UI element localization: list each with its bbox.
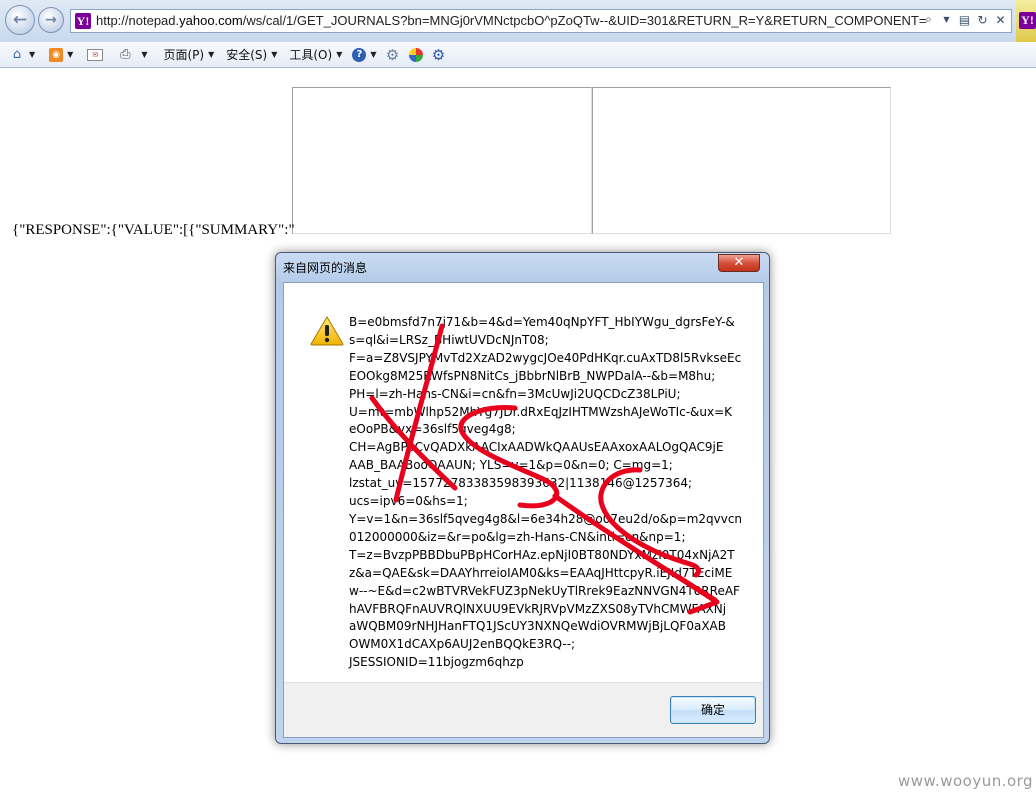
message-line: w--~E&d=c2wBTVRVekFUZ3pNekUyTlRrek9EazNN… <box>349 583 740 598</box>
stop-icon[interactable]: ✕ <box>993 13 1008 27</box>
search-provider-strip[interactable]: Y! <box>1016 0 1036 42</box>
url-prefix: http://notepad. <box>96 13 180 28</box>
message-line: z&a=QAE&sk=DAAYhrreioIAM0&ks=EAAqJHttcpy… <box>349 565 733 580</box>
message-line: T=z=BvzpPBBDbuPBpHCorHAz.epNjI0BT80NDYxM… <box>349 547 735 562</box>
message-line: PH=l=zh-Hans-CN&i=cn&fn=3McUwJi2UQCDcZ38… <box>349 386 681 401</box>
page-menu-label: 页面(P) <box>163 48 205 62</box>
research-button[interactable]: ⚙ <box>427 44 451 66</box>
ok-button[interactable]: 确定 <box>670 696 756 724</box>
message-line: 012000000&iz=&r=po&lg=zh-Hans-CN&intl=cn… <box>349 529 686 544</box>
safety-menu-label: 安全(S) <box>226 48 268 62</box>
message-line: Y=v=1&n=36slf5qveg4g8&l=6e34h28@o07eu2d/… <box>349 511 743 526</box>
chevron-down-icon: ▼ <box>29 50 36 59</box>
forward-button[interactable]: → <box>38 7 64 33</box>
alert-dialog: 来自网页的消息 ✕ B=e0bmsfd7n7j71&b=4&d=Yem40qNp… <box>275 252 770 744</box>
message-line: eOoPB&yx=36slf5qveg4g8; <box>349 422 516 437</box>
chevron-down-icon: ▼ <box>336 50 343 59</box>
tools-menu-label: 工具(O) <box>289 48 333 62</box>
message-line: hAVFBRQFnAUVRQlNXUU9EVkRJRVpVMzZXS08yTVh… <box>349 601 727 616</box>
research-icon: ⚙ <box>431 45 446 64</box>
help-icon: ? <box>352 47 367 62</box>
message-line: U=mt=mbWlhp52MhYg7JDr.dRxEqJzIHTMWzshAJe… <box>349 404 733 419</box>
close-icon: ✕ <box>733 255 745 270</box>
settings-button[interactable]: ⚙ <box>381 44 405 66</box>
chevron-down-icon: ▼ <box>208 50 215 59</box>
yahoo-search-icon: Y! <box>1019 12 1036 29</box>
arrow-left-icon: ← <box>12 10 28 30</box>
chevron-down-icon: ▼ <box>141 50 148 59</box>
message-line: s=ql&i=LRSz_BHiwtUVDcNJnT08; <box>349 332 549 347</box>
chevron-down-icon: ▼ <box>271 50 278 59</box>
yahoo-favicon-icon: Y! <box>75 13 91 29</box>
url-text: http://notepad.yahoo.com/ws/cal/1/GET_JO… <box>96 13 926 29</box>
gear-icon: ⚙ <box>385 45 400 64</box>
print-button[interactable]: ⎙ ▼ <box>113 44 151 66</box>
iframe-left <box>292 87 592 234</box>
home-button[interactable]: ⌂ ▼ <box>5 44 39 66</box>
chevron-down-icon: ▼ <box>67 50 74 59</box>
read-mail-button[interactable]: ✉ <box>83 44 107 66</box>
json-response-text: {"RESPONSE":{"VALUE":[{"SUMMARY":" <box>12 222 295 238</box>
message-line: F=a=Z8VSJPYMvTd2XzAD2wygcJOe40PdHKqr.cuA… <box>349 350 742 365</box>
warning-icon <box>310 316 344 346</box>
message-line: OWM0X1dCAXp6AUJ2enBQQkE3RQ--; <box>349 637 576 652</box>
watermark-text: www.wooyun.org <box>898 772 1034 790</box>
message-line: aWQBM09rNHJHanFTQ1JScUY3NXNQeWdiOVRMWjBj… <box>349 619 726 634</box>
addon-icon <box>408 47 423 62</box>
address-input[interactable]: Y! http://notepad.yahoo.com/ws/cal/1/GET… <box>70 9 1012 33</box>
dialog-body: B=e0bmsfd7n7j71&b=4&d=Yem40qNpYFT_HbIYWg… <box>283 282 764 738</box>
printer-icon: ⎙ <box>120 47 131 62</box>
compatibility-view-icon[interactable]: ▤ <box>957 13 972 27</box>
message-line: ucs=ipv6=0&hs=1; <box>349 494 468 509</box>
refresh-icon[interactable]: ↻ <box>975 13 990 27</box>
feeds-button[interactable]: ◉ ▼ <box>45 44 77 66</box>
addon-button[interactable] <box>405 44 427 66</box>
address-bar-row: ← → Y! http://notepad.yahoo.com/ws/cal/1… <box>0 0 1036 42</box>
message-line: EOOkg8M25RWfsPN8NitCs_jBbbrNlBrB_NWPDalA… <box>349 368 716 383</box>
chevron-down-icon: ▼ <box>370 50 377 59</box>
help-button[interactable]: ? ▼ <box>348 44 380 66</box>
message-line: B=e0bmsfd7n7j71&b=4&d=Yem40qNpYFT_HbIYWg… <box>349 315 735 329</box>
iframe-right <box>592 87 891 234</box>
safety-menu[interactable]: 安全(S) ▼ <box>222 44 281 66</box>
arrow-right-icon: → <box>45 12 57 28</box>
command-bar: ⌂ ▼ ◉ ▼ ✉ ⎙ ▼ 页面(P) ▼ 安全(S) ▼ 工具(O) ▼ ? ▼ ⚙ ⚙ <box>0 42 1036 68</box>
dropdown-arrow-icon[interactable]: ▼ <box>939 15 954 24</box>
dialog-message: B=e0bmsfd7n7j71&b=4&d=Yem40qNpYFT_HbIYWg… <box>349 314 754 672</box>
rss-icon: ◉ <box>49 47 64 62</box>
search-icon[interactable]: ⌕ <box>921 12 936 27</box>
message-line: JSESSIONID=11bjogzm6qhzp <box>349 655 524 670</box>
dialog-title: 来自网页的消息 <box>283 261 368 275</box>
message-line: AAB_BAABooQAAUN; YLS=v=1&p=0&n=0; C=mg=1… <box>349 458 673 473</box>
home-icon: ⌂ <box>12 47 22 62</box>
message-line: lzstat_uv=15772783383598393632|1138146@1… <box>349 476 693 491</box>
page-menu[interactable]: 页面(P) ▼ <box>159 44 218 66</box>
back-button[interactable]: ← <box>5 5 35 35</box>
url-rest: /ws/cal/1/GET_JOURNALS?bn=MNGj0rVMNctpcb… <box>242 13 926 28</box>
message-line: CH=AgBPoCvQADXkAACIxAADWkQAAUsEAAxoxAALO… <box>349 440 724 455</box>
url-domain: yahoo.com <box>179 13 243 28</box>
mail-icon: ✉ <box>87 48 104 61</box>
dialog-close-button[interactable]: ✕ <box>718 254 760 272</box>
tools-menu[interactable]: 工具(O) ▼ <box>285 44 346 66</box>
url-actions: ⌕ ▼ ▤ ↻ ✕ <box>921 12 1008 27</box>
